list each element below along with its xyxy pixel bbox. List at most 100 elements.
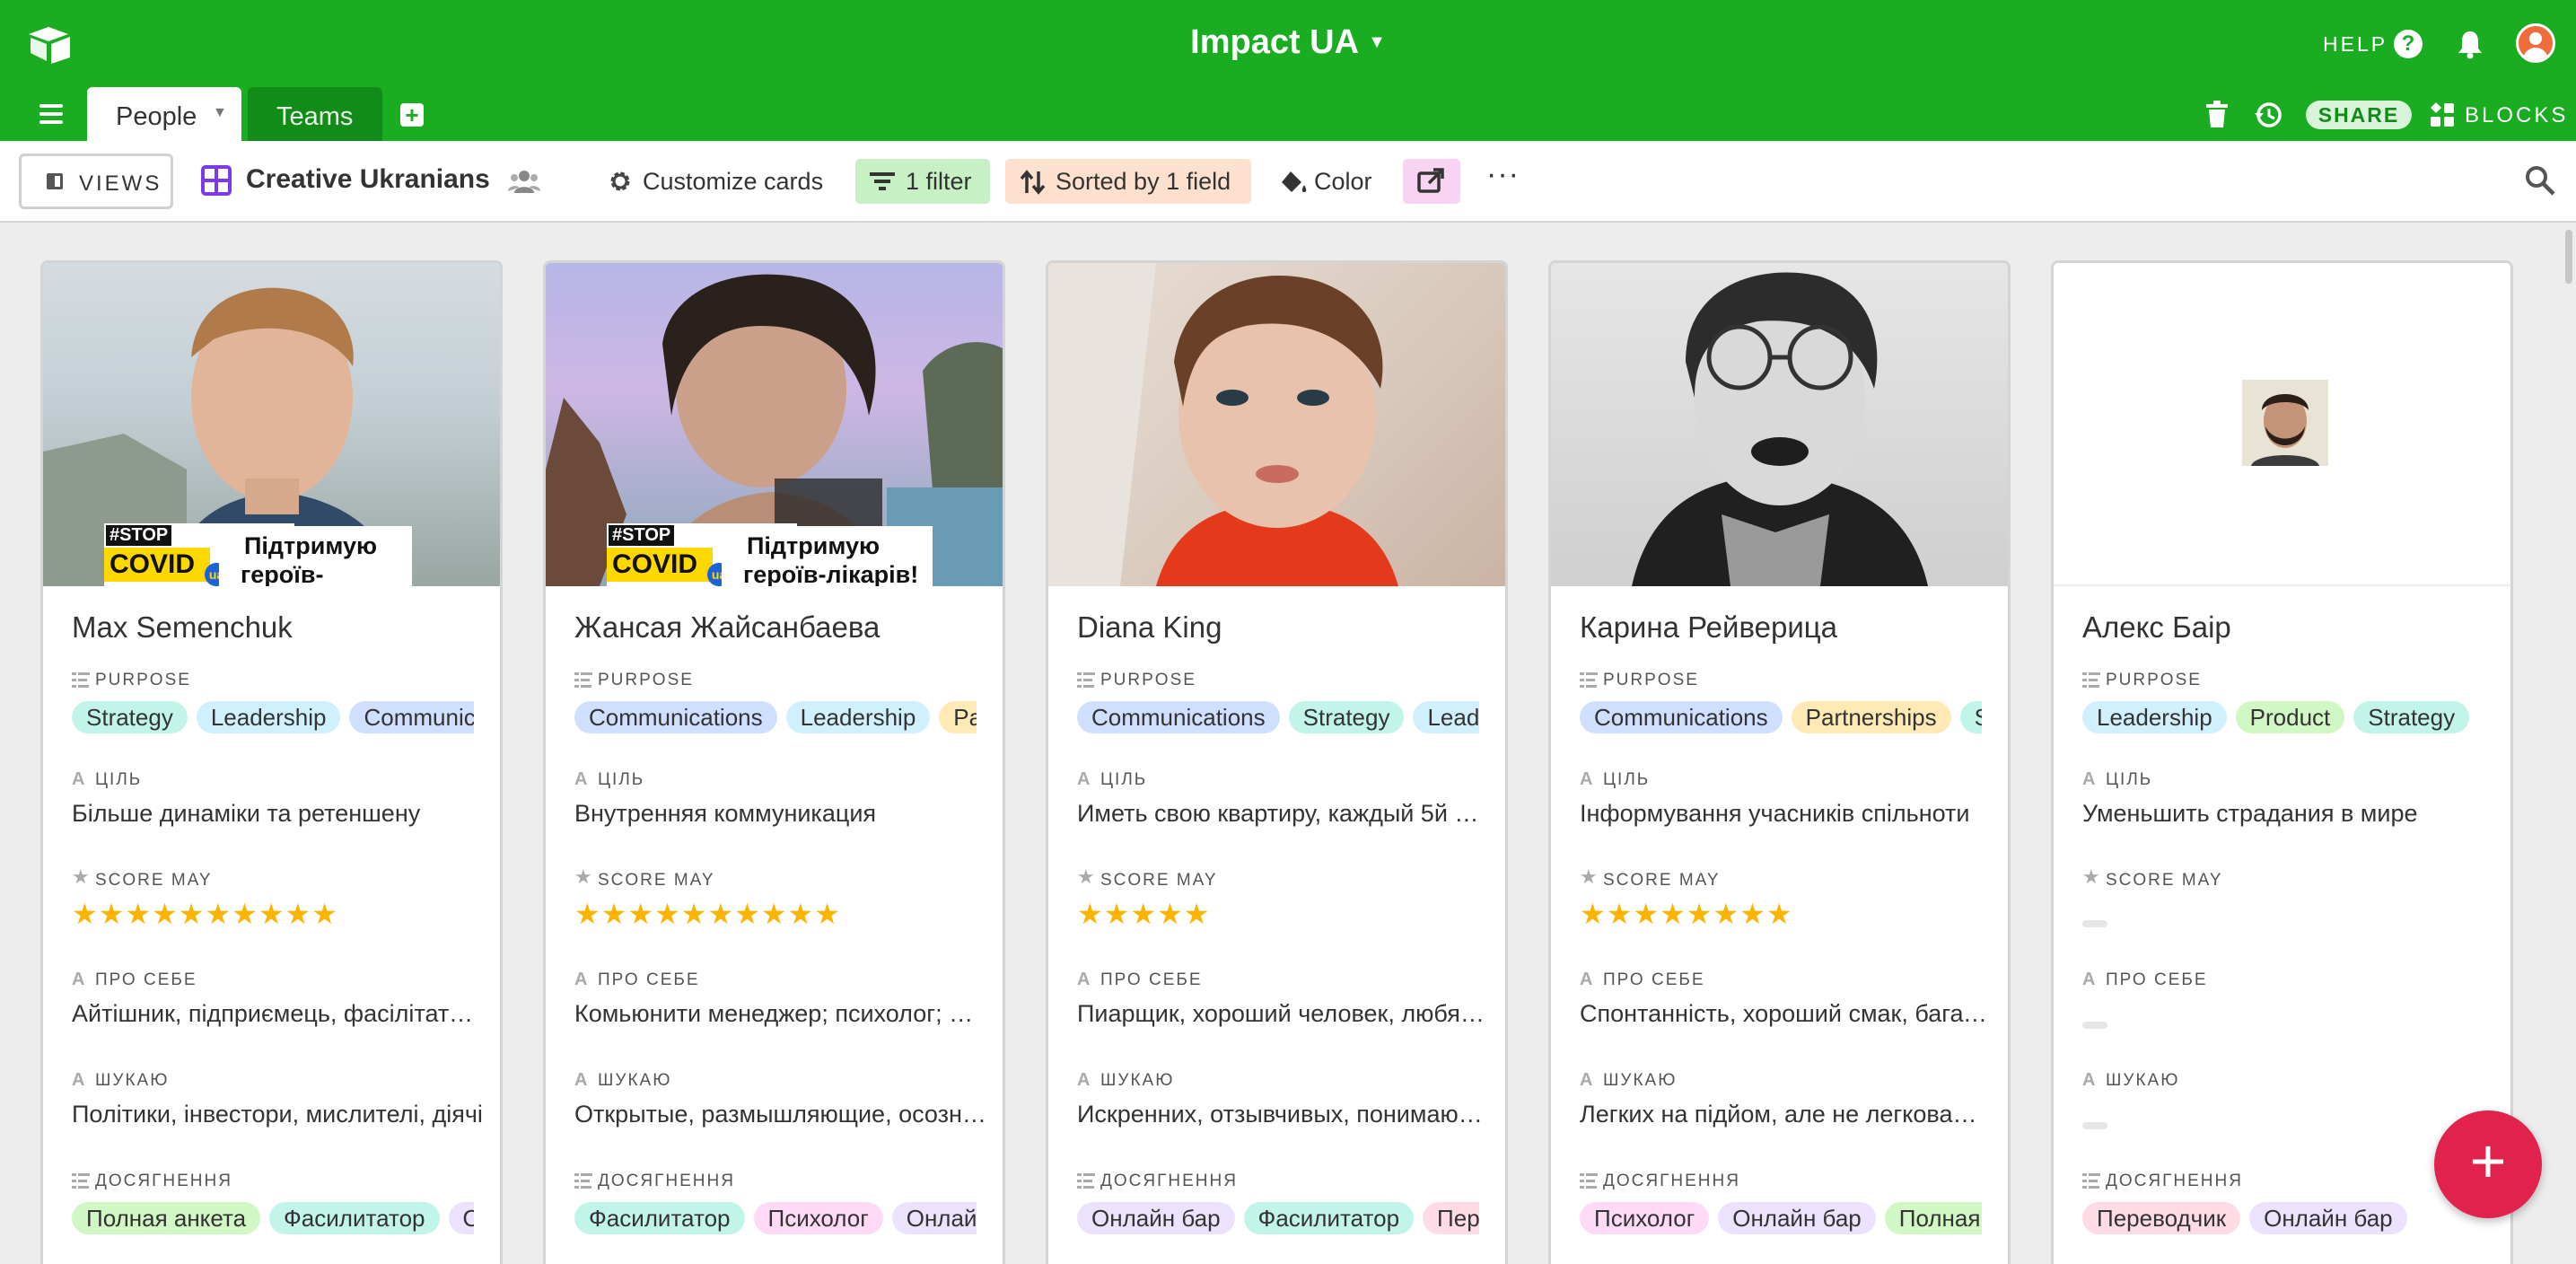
color-label: Color [1314, 168, 1372, 195]
score-rating: ★★★★★★★★★★ [72, 898, 338, 930]
record-card[interactable]: Diana King PURPOSE Communications Strateg… [1046, 260, 1508, 1264]
help-link[interactable]: HELP [2323, 32, 2388, 57]
view-bar: VIEWS Creative Ukranians Customize cards… [0, 141, 2576, 223]
star-field-icon: ★ [1580, 865, 1598, 888]
field-label-purpose: PURPOSE [1603, 671, 1699, 689]
chip: Leadership [2082, 701, 2227, 733]
base-title[interactable]: Impact UA ▼ [0, 23, 2576, 62]
history-icon[interactable] [2254, 101, 2282, 129]
chip: Strategy [2353, 701, 2470, 733]
field-label-purpose: PURPOSE [1100, 671, 1196, 689]
purpose-chips: StrategyLeadershipCommunications [72, 701, 474, 735]
sort-button[interactable]: Sorted by 1 field [1005, 159, 1251, 204]
chip: Communications [574, 701, 777, 733]
card-photo[interactable]: #STOP COVID ua Підтримуюгероїв-лікарів! [546, 263, 1003, 586]
gallery-view-icon [201, 165, 232, 196]
field-label-achievements: ДОСЯГНЕННЯ [1603, 1172, 1740, 1190]
more-options-icon[interactable]: ··· [1486, 157, 1520, 192]
score-rating: ★★★★★★★★★★ [574, 898, 841, 930]
add-record-button[interactable]: + [2434, 1110, 2542, 1218]
goal-value: Иметь свою квартиру, каждый 5й день [1077, 800, 1490, 827]
chip: Психолог [753, 1202, 883, 1234]
tab-people[interactable]: People ▼ [87, 87, 241, 141]
text-field-icon: A [2082, 1070, 2096, 1090]
seeking-value: Політики, інвестори, мислителі, діячі [72, 1101, 483, 1128]
top-bar: Impact UA ▼ HELP ? People ▼ Teams + SHARE … [0, 0, 2576, 141]
share-view-button[interactable] [1403, 159, 1460, 204]
achievement-chips: Онлайн барФасилитаторПереводчик [1077, 1202, 1479, 1236]
tab-teams[interactable]: Teams [248, 87, 382, 141]
base-name: Impact UA [1190, 23, 1360, 61]
score-rating: ★★★★★ [1077, 898, 1211, 930]
achievement-chips: ФасилитаторПсихологОнлайн бар [574, 1202, 977, 1236]
blocks-button[interactable]: BLOCKS [2465, 103, 2568, 128]
field-label-seeking: ШУКАЮ [1603, 1071, 1678, 1090]
chevron-down-icon[interactable]: ▼ [213, 105, 227, 121]
multiselect-field-icon [574, 1173, 592, 1189]
chip: Онлайн бар [2249, 1202, 2407, 1234]
field-label-about: ПРО СЕБЕ [598, 970, 700, 989]
field-label-about: ПРО СЕБЕ [95, 970, 197, 989]
sidebar-icon [47, 173, 63, 189]
record-card[interactable]: Карина Рейверица PURPOSE Communications P… [1548, 260, 2011, 1264]
text-field-icon: A [1077, 1070, 1091, 1090]
chip: Онлайн бар [448, 1202, 474, 1234]
field-label-achievements: ДОСЯГНЕННЯ [1100, 1172, 1238, 1190]
user-avatar[interactable] [2516, 23, 2555, 63]
share-button[interactable]: SHARE [2306, 101, 2412, 129]
badge-caption: Підтримуюгероїв-лікарів! [722, 526, 933, 586]
add-table-icon[interactable]: + [400, 103, 424, 127]
customize-cards-button[interactable]: Customize cards [605, 159, 823, 204]
goal-value: Уменьшить страдания в мире [2082, 800, 2418, 827]
chip: Communications [1077, 701, 1280, 733]
card-name: Карина Рейверица [1580, 610, 1838, 644]
filter-label: 1 filter [906, 168, 972, 195]
trash-icon[interactable] [2205, 101, 2229, 127]
goal-value: Інформування учасників спільноти [1580, 800, 1970, 827]
multiselect-field-icon [1077, 1173, 1095, 1189]
paint-bucket-icon [1282, 171, 1307, 192]
record-card[interactable]: #STOP COVID ua Підтримуюгероїв-лікарів! … [543, 260, 1005, 1264]
empty-value [2082, 1122, 2107, 1129]
menu-icon[interactable] [39, 104, 63, 124]
field-label-score: SCORE MAY [1603, 871, 1721, 890]
record-card[interactable]: #STOP COVID ua Підтримуюгероїв-лікарів! … [40, 260, 503, 1264]
bell-icon[interactable] [2456, 29, 2484, 59]
record-card[interactable]: Алекс Баір PURPOSE Leadership Product Stra… [2051, 260, 2513, 1264]
chip: Онлайн бар [1718, 1202, 1876, 1234]
text-field-icon: A [2082, 769, 2096, 789]
purpose-chips: CommunicationsStrategyLeadership [1077, 701, 1479, 735]
portrait-image [1632, 272, 1928, 586]
filter-button[interactable]: 1 filter [855, 159, 990, 204]
multiselect-field-icon [1077, 672, 1095, 688]
card-photo[interactable] [1551, 263, 2008, 586]
chip: Переводчик [1423, 1202, 1479, 1234]
collaborative-view-icon[interactable] [508, 168, 540, 195]
chip: Communications [1580, 701, 1783, 733]
chip: Partnerships [1791, 701, 1951, 733]
chip: Фасилитатор [1243, 1202, 1415, 1234]
field-label-achievements: ДОСЯГНЕННЯ [2106, 1172, 2243, 1190]
blocks-icon[interactable] [2429, 101, 2456, 128]
achievement-chips: Полная анкетаФасилитатор Онлайн бар [72, 1202, 474, 1236]
card-photo[interactable] [1048, 263, 1505, 586]
about-value: Комьюнити менеджер; психолог; фасилитато… [574, 1000, 987, 1027]
card-photo[interactable] [2054, 263, 2510, 586]
multiselect-field-icon [2082, 1173, 2100, 1189]
seeking-value: Открытые, размышляющие, осознанные [574, 1101, 987, 1128]
card-photo[interactable]: #STOP COVID ua Підтримуюгероїв-лікарів! [43, 263, 500, 586]
search-icon[interactable] [2524, 164, 2556, 197]
vertical-scrollbar[interactable] [2565, 230, 2572, 284]
views-button[interactable]: VIEWS [19, 154, 173, 209]
multiselect-field-icon [574, 672, 592, 688]
view-name[interactable]: Creative Ukranians [246, 164, 490, 195]
field-label-achievements: ДОСЯГНЕННЯ [95, 1172, 232, 1190]
share-view-icon [1417, 168, 1444, 193]
customize-label: Customize cards [643, 168, 824, 195]
chip: Психолог [1580, 1202, 1710, 1234]
field-label-goal: ЦІЛЬ [1100, 770, 1148, 789]
chevron-down-icon: ▼ [1368, 32, 1386, 52]
color-button[interactable]: Color [1275, 159, 1372, 204]
help-icon[interactable]: ? [2394, 30, 2423, 58]
chip: Leadership [1413, 701, 1479, 733]
